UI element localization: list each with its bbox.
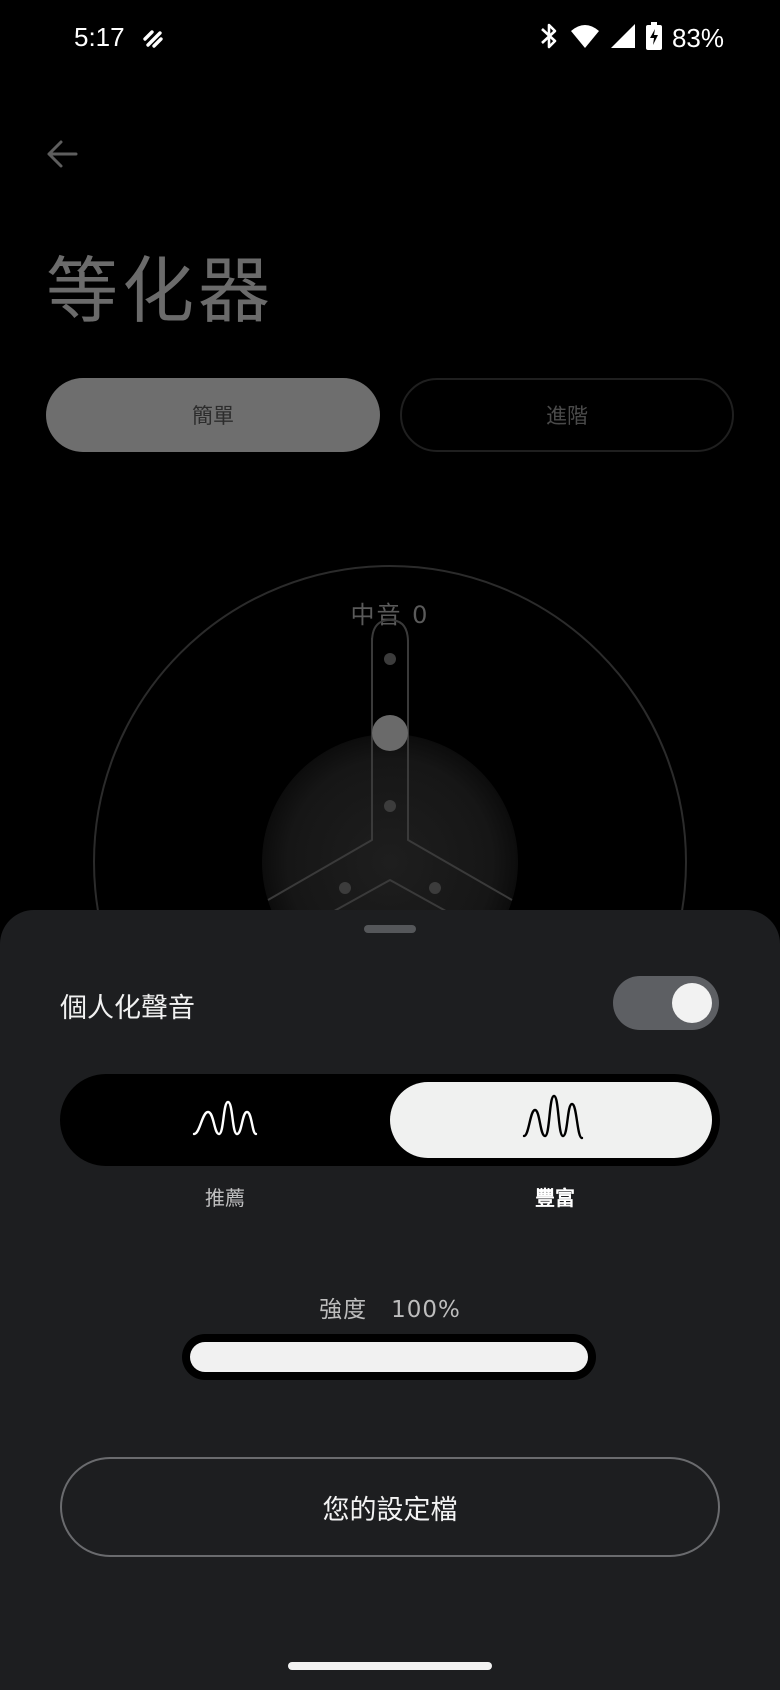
status-time: 5:17 xyxy=(74,22,125,52)
intensity-label: 強度 100% xyxy=(319,1297,461,1323)
wave-rich-icon xyxy=(520,1090,590,1150)
bottom-sheet: 個人化聲音 推薦 豐富 強度 100% 您的設定檔 xyxy=(0,910,780,1690)
eq-knob xyxy=(372,715,408,751)
tab-simple-label: 簡單 xyxy=(192,404,234,428)
bluetooth-icon xyxy=(538,21,560,55)
status-icons: 83% xyxy=(538,20,724,56)
status-bar: 5:17 83% xyxy=(0,0,780,80)
your-profile-button[interactable]: 您的設定檔 xyxy=(60,1457,720,1557)
tab-advanced-label: 進階 xyxy=(546,404,588,428)
battery-percent: 83% xyxy=(671,22,724,53)
option-rich-label: 豐富 xyxy=(535,1186,575,1210)
inner-glow xyxy=(262,734,518,930)
signal-icon xyxy=(610,23,636,53)
personal-sound-label: 個人化聲音 xyxy=(60,993,195,1024)
sheet-drag-handle[interactable] xyxy=(364,925,416,933)
back-button[interactable] xyxy=(38,132,86,180)
wave-recommend-icon[interactable] xyxy=(190,1090,260,1150)
eq-dot-left xyxy=(339,882,351,894)
app-notification-icon xyxy=(140,26,166,52)
tab-simple[interactable]: 簡單 xyxy=(46,378,380,452)
battery-charging-icon xyxy=(645,22,662,54)
equalizer-dial[interactable]: 中音 0 xyxy=(0,550,780,930)
eq-dot-top xyxy=(384,653,396,665)
arrow-left-icon xyxy=(44,136,80,176)
wifi-icon xyxy=(570,23,600,53)
intensity-slider-fill xyxy=(190,1342,588,1372)
toggle-thumb xyxy=(672,983,712,1023)
personal-sound-toggle[interactable] xyxy=(613,976,719,1030)
sound-style-selector xyxy=(60,1074,720,1166)
equalizer-graphic xyxy=(93,565,687,930)
your-profile-label: 您的設定檔 xyxy=(322,1494,458,1526)
navigation-gesture-bar[interactable] xyxy=(288,1662,492,1670)
page-title: 等化器 xyxy=(46,249,275,333)
intensity-slider[interactable] xyxy=(182,1334,596,1380)
tab-advanced[interactable]: 進階 xyxy=(400,378,734,452)
eq-dot-mid xyxy=(384,800,396,812)
eq-dot-right xyxy=(429,882,441,894)
option-recommend-label: 推薦 xyxy=(205,1186,245,1210)
